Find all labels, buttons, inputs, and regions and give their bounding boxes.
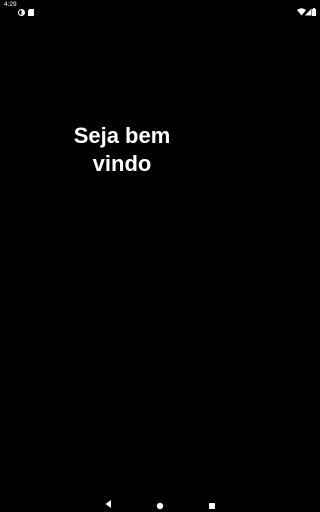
- navigation-bar: [0, 488, 320, 512]
- recents-icon[interactable]: [208, 495, 216, 509]
- status-right-group: [297, 1, 317, 16]
- status-bar: 4:29: [0, 0, 320, 16]
- app-screen: 4:29 Seja bem vindo: [0, 0, 320, 512]
- data-saver-icon: [18, 1, 25, 16]
- back-icon[interactable]: [104, 494, 112, 508]
- home-icon[interactable]: [156, 495, 164, 510]
- status-time: 4:29: [4, 1, 17, 8]
- cellular-signal-icon: [305, 1, 312, 16]
- welcome-text: Seja bem vindo: [73, 123, 171, 176]
- battery-icon: [312, 1, 316, 16]
- sd-card-icon: [28, 1, 34, 16]
